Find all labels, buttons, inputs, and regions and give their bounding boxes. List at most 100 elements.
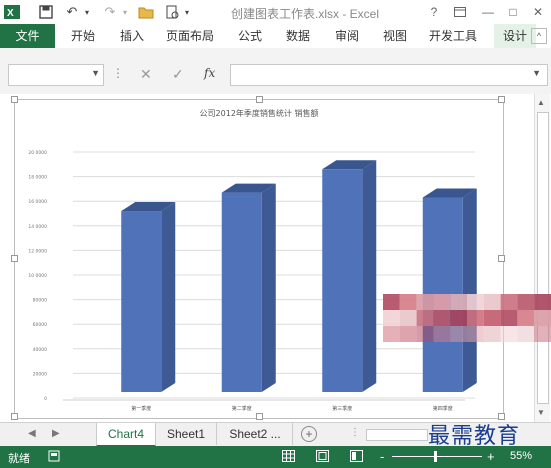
chart-area[interactable]: 公司2012年季度销售统计 销售额 0 20000 40000 60000 80000 10… xyxy=(11,96,505,420)
mosaic-block xyxy=(483,294,501,310)
zoom-out-button[interactable]: - xyxy=(380,449,384,464)
tab-developer[interactable]: 开发工具 xyxy=(425,24,481,48)
open-folder-icon[interactable] xyxy=(138,3,154,21)
y-tick-label: 20 0000 xyxy=(28,150,47,156)
tab-review[interactable]: 审阅 xyxy=(329,24,365,48)
sheet-tab-sheet1[interactable]: Sheet1 xyxy=(156,423,217,445)
chart-plot[interactable]: 公司2012年季度销售统计 销售额 0 20000 40000 60000 80000 10… xyxy=(15,100,503,418)
pixelated-region xyxy=(383,294,551,342)
resize-handle[interactable] xyxy=(11,413,18,420)
mosaic-block xyxy=(500,326,518,342)
mosaic-block xyxy=(534,294,551,310)
resize-handle[interactable] xyxy=(498,96,505,103)
x-tick-label: 第四季度 xyxy=(433,405,453,412)
tab-view[interactable]: 视图 xyxy=(377,24,413,48)
ribbon-collapse-icon[interactable]: ^ xyxy=(531,28,547,44)
zoom-level[interactable]: 55% xyxy=(510,450,532,462)
ribbon-tabs: 文件 开始 插入 页面布局 公式 数据 审阅 视图 开发工具 设计 ^ xyxy=(0,24,551,49)
mosaic-block xyxy=(450,294,467,310)
resize-handle[interactable] xyxy=(498,255,505,262)
prev-sheet-icon[interactable]: ◀ xyxy=(28,428,36,439)
vertical-scrollbar[interactable]: ▲ ▼ xyxy=(534,94,550,422)
mosaic-block xyxy=(399,294,417,310)
mosaic-block xyxy=(399,310,417,326)
resize-handle[interactable] xyxy=(11,255,18,262)
bar-side xyxy=(261,183,276,392)
name-box[interactable]: ▼ xyxy=(8,64,104,86)
tab-insert[interactable]: 插入 xyxy=(114,24,150,48)
mosaic-block xyxy=(450,310,467,326)
enter-entry-icon[interactable]: ✓ xyxy=(172,66,184,83)
sheet-tab-chart4[interactable]: Chart4 xyxy=(96,423,156,447)
status-ready: 就绪 xyxy=(8,453,30,465)
mosaic-block xyxy=(383,294,400,310)
mosaic-block xyxy=(416,310,434,326)
redo-icon[interactable]: ↷ xyxy=(102,3,118,21)
mosaic-block xyxy=(500,294,518,310)
chart-title: 公司2012年季度销售统计 销售额 xyxy=(200,108,319,118)
print-preview-icon[interactable] xyxy=(164,3,180,21)
x-tick-label: 第一季度 xyxy=(131,405,151,412)
restore-button[interactable]: □ xyxy=(503,3,523,21)
tab-data[interactable]: 数据 xyxy=(280,24,316,48)
help-button[interactable]: ? xyxy=(424,3,444,21)
bar-side xyxy=(362,160,377,392)
expand-formula-bar-icon[interactable]: ▼ xyxy=(532,68,541,78)
new-sheet-button[interactable]: + xyxy=(301,426,317,442)
undo-dropdown-icon[interactable]: ▾ xyxy=(82,3,92,21)
tab-page-layout[interactable]: 页面布局 xyxy=(164,24,216,48)
tab-home[interactable]: 开始 xyxy=(62,24,104,48)
mosaic-block xyxy=(500,310,518,326)
scroll-down-icon[interactable]: ▼ xyxy=(537,408,545,417)
scroll-thumb[interactable] xyxy=(537,112,549,404)
next-sheet-icon[interactable]: ▶ xyxy=(52,428,60,439)
y-tick-label: 40000 xyxy=(33,347,47,353)
bar-side xyxy=(161,202,176,392)
y-tick-label: 0 xyxy=(44,396,47,402)
zoom-slider[interactable] xyxy=(392,456,482,457)
tab-split-icon[interactable]: ⋮ xyxy=(350,427,360,438)
mosaic-block xyxy=(467,326,484,342)
mosaic-block xyxy=(416,294,434,310)
macro-record-icon[interactable] xyxy=(48,450,60,465)
zoom-in-button[interactable]: + xyxy=(487,449,495,464)
tab-formulas[interactable]: 公式 xyxy=(232,24,268,48)
chart-sheet: 公司2012年季度销售统计 销售额 0 20000 40000 60000 80000 10… xyxy=(0,94,551,422)
resize-handle[interactable] xyxy=(256,413,263,420)
page-break-preview-icon[interactable] xyxy=(350,450,363,465)
formula-input[interactable]: ▼ xyxy=(230,64,548,86)
close-button[interactable]: ✕ xyxy=(528,3,548,21)
scroll-up-icon[interactable]: ▲ xyxy=(537,98,545,107)
mosaic-block xyxy=(517,294,535,310)
mosaic-block xyxy=(534,310,551,326)
y-tick-label: 20000 xyxy=(33,371,47,377)
name-box-dropdown-icon[interactable]: ▼ xyxy=(91,68,100,78)
x-tick-label: 第三季度 xyxy=(332,405,352,412)
normal-view-icon[interactable] xyxy=(282,450,295,465)
y-tick-label: 18 0000 xyxy=(28,175,47,181)
mosaic-block xyxy=(433,310,451,326)
ribbon-display-options-icon[interactable] xyxy=(450,3,470,21)
mosaic-block xyxy=(450,326,467,342)
redo-dropdown-icon[interactable]: ▾ xyxy=(120,3,130,21)
mosaic-block xyxy=(433,326,451,342)
zoom-slider-thumb[interactable] xyxy=(434,451,437,462)
horizontal-scrollbar[interactable] xyxy=(366,429,428,441)
undo-icon[interactable]: ↶ xyxy=(64,3,80,21)
tab-file[interactable]: 文件 xyxy=(0,24,55,48)
minimize-button[interactable]: — xyxy=(478,3,498,21)
tab-design[interactable]: 设计 xyxy=(494,24,536,48)
watermark-text: 最需教育 xyxy=(428,424,521,449)
mosaic-block xyxy=(467,294,484,310)
mosaic-block xyxy=(483,310,501,326)
resize-handle[interactable] xyxy=(256,96,263,103)
title-bar: X ↶ ▾ ↷ ▾ ▾ 创建图表工作表.xlsx - Excel ? — □ ✕ xyxy=(0,0,551,24)
sheet-tab-sheet2[interactable]: Sheet2 ... xyxy=(218,423,293,445)
insert-function-button[interactable]: fx xyxy=(204,66,215,80)
page-layout-view-icon[interactable] xyxy=(316,450,329,465)
customize-toolbar-icon[interactable]: ▾ xyxy=(182,3,192,21)
mosaic-block xyxy=(383,326,400,342)
save-icon[interactable] xyxy=(38,3,54,21)
cancel-entry-icon[interactable]: ✕ xyxy=(140,66,152,83)
resize-handle[interactable] xyxy=(11,96,18,103)
